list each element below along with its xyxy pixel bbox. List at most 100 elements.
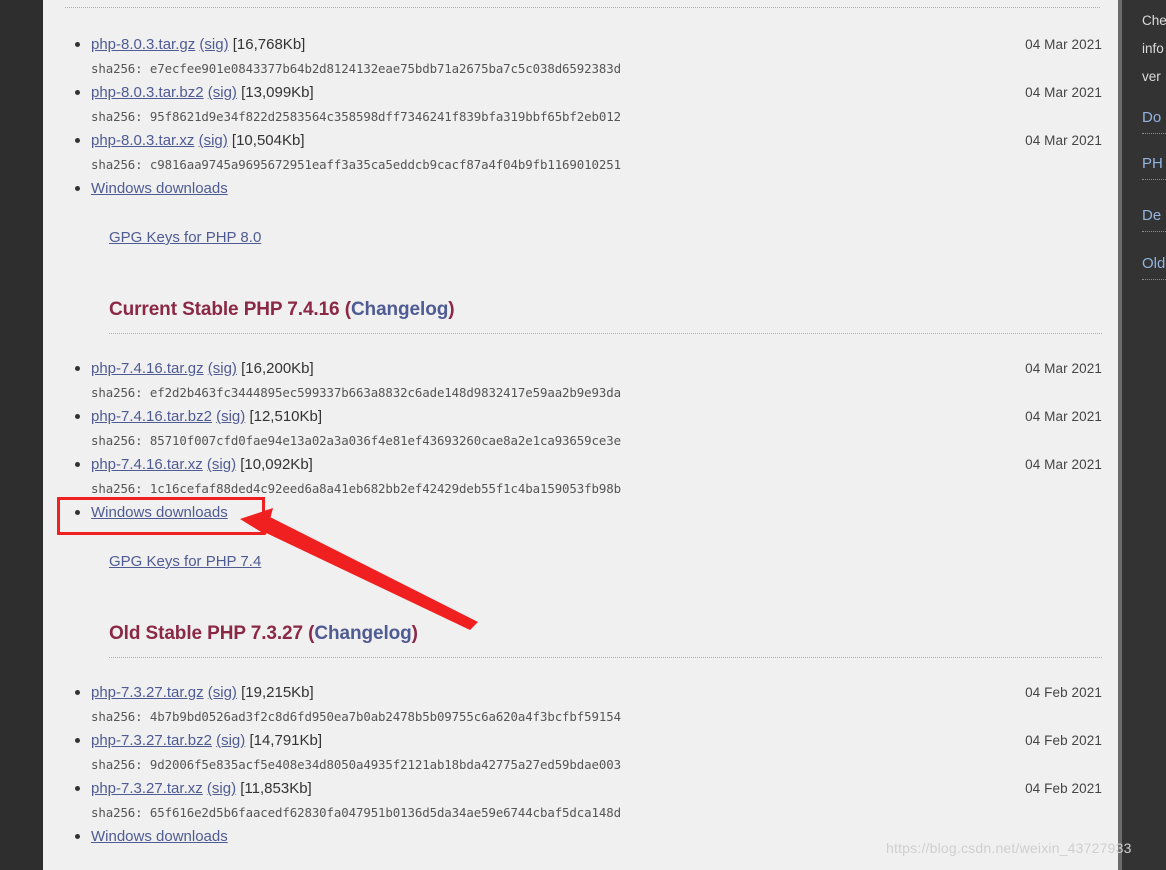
list-item: php-7.3.27.tar.xz (sig) [11,853Kb] 04 Fe… (43, 777, 1102, 825)
download-file-link[interactable]: php-7.4.16.tar.bz2 (91, 408, 212, 425)
gpg-keys-link[interactable]: GPG Keys for PHP 7.4 (109, 553, 261, 570)
download-file-link[interactable]: php-7.4.16.tar.gz (91, 360, 204, 377)
sidebar-paragraph-line-2: info (1142, 41, 1164, 56)
bullet-icon (75, 738, 80, 743)
sha256-line: sha256: 9d2006f5e835acf5e408e34d8050a493… (91, 753, 1102, 777)
sha256-value: e7ecfee901e0843377b64b2d8124132eae75bdb7… (149, 61, 621, 76)
list-item: php-8.0.3.tar.gz (sig) [16,768Kb] 04 Mar… (43, 33, 1102, 81)
sidebar-link-documentation[interactable]: Do (1142, 109, 1161, 126)
bullet-icon (75, 366, 80, 371)
download-row: php-7.3.27.tar.bz2 (sig) [14,791Kb] 04 F… (91, 729, 1102, 753)
file-size: [13,099Kb] (241, 84, 314, 101)
bullet-icon (75, 690, 80, 695)
dl-list-php73: php-7.3.27.tar.gz (sig) [19,215Kb] 04 Fe… (43, 681, 1102, 849)
sha256-line: sha256: e7ecfee901e0843377b64b2d8124132e… (91, 57, 1102, 81)
dl-list-php74: php-7.4.16.tar.gz (sig) [16,200Kb] 04 Ma… (43, 357, 1102, 525)
sidebar-paragraph-line-1: Che (1142, 13, 1166, 28)
page-root: php-8.0.3.tar.gz (sig) [16,768Kb] 04 Mar… (0, 0, 1166, 870)
release-date: 04 Mar 2021 (1025, 361, 1102, 376)
release-date: 04 Mar 2021 (1025, 133, 1102, 148)
release-date: 04 Mar 2021 (1025, 37, 1102, 52)
sha256-value: 95f8621d9e34f822d2583564c358598dff734624… (149, 109, 621, 124)
sha256-value: 85710f007cfd0fae94e13a02a3a036f4e81ef436… (149, 433, 621, 448)
windows-downloads-link[interactable]: Windows downloads (91, 828, 228, 845)
download-list-php74: php-7.4.16.tar.gz (sig) [16,200Kb] 04 Ma… (43, 357, 1102, 525)
download-list-php80: php-8.0.3.tar.gz (sig) [16,768Kb] 04 Mar… (43, 33, 1102, 201)
watermark-text: https://blog.csdn.net/weixin_43727933 (886, 840, 1132, 856)
windows-downloads-link[interactable]: Windows downloads (91, 180, 228, 197)
download-row: php-7.4.16.tar.bz2 (sig) [12,510Kb] 04 M… (91, 405, 1102, 429)
sidebar-link-old[interactable]: Old (1142, 255, 1165, 272)
download-file-link[interactable]: php-7.3.27.tar.bz2 (91, 732, 212, 749)
signature-link[interactable]: (sig) (216, 408, 245, 425)
signature-link[interactable]: (sig) (199, 132, 228, 149)
heading-suffix: ) (448, 299, 455, 320)
sig-wrap: (sig) (207, 780, 240, 797)
download-row: php-8.0.3.tar.gz (sig) [16,768Kb] 04 Mar… (91, 33, 1102, 57)
sha256-label: sha256: (91, 433, 143, 448)
sha256-label: sha256: (91, 481, 143, 496)
list-item: Windows downloads (43, 501, 1102, 525)
file-size: [14,791Kb] (249, 732, 323, 749)
file-size: [19,215Kb] (241, 684, 314, 701)
sha256-line: sha256: 1c16cefaf88ded4c92eed6a8a41eb682… (91, 477, 1102, 501)
bullet-icon (75, 462, 80, 467)
sidebar-divider-2 (1142, 179, 1166, 180)
changelog-link[interactable]: Changelog (351, 299, 448, 320)
release-date: 04 Mar 2021 (1025, 409, 1102, 424)
sha256-line: sha256: c9816aa9745a9695672951eaff3a35ca… (91, 153, 1102, 177)
download-file-link[interactable]: php-7.3.27.tar.gz (91, 684, 204, 701)
file-size: [16,768Kb] (232, 36, 306, 53)
download-row: php-8.0.3.tar.xz (sig) [10,504Kb] 04 Mar… (91, 129, 1102, 153)
gpg-keys-row-php74: GPG Keys for PHP 7.4 (109, 550, 261, 574)
sig-wrap: (sig) (199, 132, 232, 149)
bullet-icon (75, 834, 80, 839)
sha256-label: sha256: (91, 109, 143, 124)
changelog-link[interactable]: Changelog (314, 623, 411, 644)
bullet-icon (75, 90, 80, 95)
section-divider (109, 657, 1102, 658)
download-file-link[interactable]: php-8.0.3.tar.bz2 (91, 84, 204, 101)
sig-wrap: (sig) (207, 456, 240, 473)
signature-link[interactable]: (sig) (199, 36, 228, 53)
sig-wrap: (sig) (216, 732, 249, 749)
sha256-label: sha256: (91, 61, 143, 76)
bullet-icon (75, 786, 80, 791)
download-file-link[interactable]: php-7.3.27.tar.xz (91, 780, 203, 797)
download-file-link[interactable]: php-8.0.3.tar.xz (91, 132, 194, 149)
signature-link[interactable]: (sig) (207, 456, 236, 473)
bullet-icon (75, 42, 80, 47)
signature-link[interactable]: (sig) (208, 84, 237, 101)
download-row: php-7.3.27.tar.xz (sig) [11,853Kb] 04 Fe… (91, 777, 1102, 801)
gpg-keys-link[interactable]: GPG Keys for PHP 8.0 (109, 229, 261, 246)
download-file-link[interactable]: php-7.4.16.tar.xz (91, 456, 203, 473)
bullet-icon (75, 138, 80, 143)
sha256-line: sha256: ef2d2b463fc3444895ec599337b663a8… (91, 381, 1102, 405)
download-file-link[interactable]: php-8.0.3.tar.gz (91, 36, 195, 53)
signature-link[interactable]: (sig) (216, 732, 245, 749)
left-chrome-panel (0, 0, 43, 870)
heading-suffix: ) (411, 623, 418, 644)
sha256-value: c9816aa9745a9695672951eaff3a35ca5eddcb9c… (149, 157, 621, 172)
release-date: 04 Mar 2021 (1025, 85, 1102, 100)
signature-link[interactable]: (sig) (208, 684, 237, 701)
list-item: Windows downloads (43, 177, 1102, 201)
sig-wrap: (sig) (216, 408, 249, 425)
sha256-line: sha256: 85710f007cfd0fae94e13a02a3a036f4… (91, 429, 1102, 453)
file-size: [10,092Kb] (240, 456, 313, 473)
list-item: php-7.4.16.tar.bz2 (sig) [12,510Kb] 04 M… (43, 405, 1102, 453)
windows-downloads-link[interactable]: Windows downloads (91, 504, 228, 521)
signature-link[interactable]: (sig) (207, 780, 236, 797)
sha256-value: ef2d2b463fc3444895ec599337b663a8832c6ade… (149, 385, 621, 400)
list-item: php-8.0.3.tar.xz (sig) [10,504Kb] 04 Mar… (43, 129, 1102, 177)
file-size: [11,853Kb] (240, 780, 312, 797)
sha256-value: 9d2006f5e835acf5e408e34d8050a4935f2121ab… (149, 757, 621, 772)
main-content-area: php-8.0.3.tar.gz (sig) [16,768Kb] 04 Mar… (43, 0, 1102, 870)
windows-downloads-row: Windows downloads (91, 177, 1102, 201)
windows-downloads-row-highlighted: Windows downloads (91, 501, 1102, 525)
right-sidebar-panel (1122, 0, 1166, 870)
sidebar-divider-4 (1142, 279, 1166, 280)
signature-link[interactable]: (sig) (208, 360, 237, 377)
sidebar-link-php[interactable]: PH (1142, 155, 1163, 172)
sidebar-link-development[interactable]: De (1142, 207, 1161, 224)
